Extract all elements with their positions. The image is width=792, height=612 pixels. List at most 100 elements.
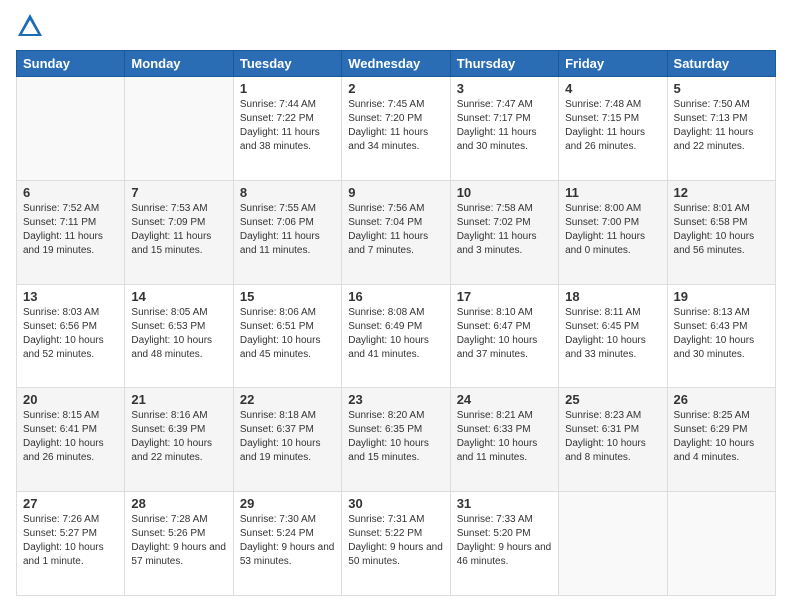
calendar-week-2: 6Sunrise: 7:52 AM Sunset: 7:11 PM Daylig… [17,180,776,284]
day-info: Sunrise: 7:30 AM Sunset: 5:24 PM Dayligh… [240,513,335,569]
calendar-header-row: SundayMondayTuesdayWednesdayThursdayFrid… [17,51,776,77]
day-number: 19 [674,289,769,304]
calendar-cell: 4 Sunrise: 7:48 AM Sunset: 7:15 PM Daylig… [559,77,667,181]
calendar-cell [125,77,233,181]
day-number: 6 [23,185,118,200]
weekday-header-tuesday: Tuesday [233,51,341,77]
day-number: 5 [674,81,769,96]
day-info: Sunrise: 7:53 AM Sunset: 7:09 PM Dayligh… [131,202,226,258]
calendar-cell: 22 Sunrise: 8:18 AM Sunset: 6:37 PM Dayli… [233,388,341,492]
calendar-cell: 17Sunrise: 8:10 AM Sunset: 6:47 PM Dayli… [450,284,558,388]
day-info: Sunrise: 7:47 AM Sunset: 7:17 PM Dayligh… [457,98,552,154]
day-info: Sunrise: 7:50 AM Sunset: 7:13 PM Dayligh… [674,98,769,154]
day-number: 31 [457,496,552,511]
day-number: 15 [240,289,335,304]
day-number: 4 [565,81,660,96]
day-info: Sunrise: 8:00 AM Sunset: 7:00 PM Dayligh… [565,202,660,258]
calendar-cell: 2Sunrise: 7:45 AM Sunset: 7:20 PM Daylig… [342,77,450,181]
calendar-cell: 8Sunrise: 7:55 AM Sunset: 7:06 PM Daylig… [233,180,341,284]
day-number: 24 [457,392,552,407]
calendar-cell: 29 Sunrise: 7:30 AM Sunset: 5:24 PM Dayli… [233,492,341,596]
calendar-cell: 5 Sunrise: 7:50 AM Sunset: 7:13 PM Daylig… [667,77,775,181]
day-number: 25 [565,392,660,407]
day-number: 9 [348,185,443,200]
day-info: Sunrise: 8:15 AM Sunset: 6:41 PM Dayligh… [23,409,118,465]
day-info: Sunrise: 8:21 AM Sunset: 6:33 PM Dayligh… [457,409,552,465]
calendar-cell: 1Sunrise: 7:44 AM Sunset: 7:22 PM Daylig… [233,77,341,181]
calendar-cell: 25Sunrise: 8:23 AM Sunset: 6:31 PM Dayli… [559,388,667,492]
weekday-header-monday: Monday [125,51,233,77]
day-info: Sunrise: 8:16 AM Sunset: 6:39 PM Dayligh… [131,409,226,465]
day-number: 14 [131,289,226,304]
day-number: 27 [23,496,118,511]
day-number: 28 [131,496,226,511]
day-info: Sunrise: 8:11 AM Sunset: 6:45 PM Dayligh… [565,306,660,362]
day-info: Sunrise: 7:26 AM Sunset: 5:27 PM Dayligh… [23,513,118,569]
calendar-cell: 26 Sunrise: 8:25 AM Sunset: 6:29 PM Dayli… [667,388,775,492]
day-info: Sunrise: 8:03 AM Sunset: 6:56 PM Dayligh… [23,306,118,362]
calendar-week-1: 1Sunrise: 7:44 AM Sunset: 7:22 PM Daylig… [17,77,776,181]
header [16,16,776,40]
calendar-week-4: 20Sunrise: 8:15 AM Sunset: 6:41 PM Dayli… [17,388,776,492]
calendar-cell: 13 Sunrise: 8:03 AM Sunset: 6:56 PM Dayli… [17,284,125,388]
calendar-cell: 23Sunrise: 8:20 AM Sunset: 6:35 PM Dayli… [342,388,450,492]
day-number: 16 [348,289,443,304]
day-number: 29 [240,496,335,511]
calendar-cell: 18Sunrise: 8:11 AM Sunset: 6:45 PM Dayli… [559,284,667,388]
calendar-week-3: 13 Sunrise: 8:03 AM Sunset: 6:56 PM Dayli… [17,284,776,388]
day-info: Sunrise: 8:25 AM Sunset: 6:29 PM Dayligh… [674,409,769,465]
calendar-cell: 12 Sunrise: 8:01 AM Sunset: 6:58 PM Dayli… [667,180,775,284]
day-info: Sunrise: 8:13 AM Sunset: 6:43 PM Dayligh… [674,306,769,362]
day-number: 11 [565,185,660,200]
day-number: 3 [457,81,552,96]
day-number: 30 [348,496,443,511]
weekday-header-wednesday: Wednesday [342,51,450,77]
calendar-cell: 30 Sunrise: 7:31 AM Sunset: 5:22 PM Dayli… [342,492,450,596]
day-number: 7 [131,185,226,200]
calendar-cell: 28 Sunrise: 7:28 AM Sunset: 5:26 PM Dayli… [125,492,233,596]
day-number: 12 [674,185,769,200]
day-info: Sunrise: 7:56 AM Sunset: 7:04 PM Dayligh… [348,202,443,258]
weekday-header-sunday: Sunday [17,51,125,77]
day-info: Sunrise: 8:06 AM Sunset: 6:51 PM Dayligh… [240,306,335,362]
calendar-cell: 10 Sunrise: 7:58 AM Sunset: 7:02 PM Dayli… [450,180,558,284]
calendar-cell: 14 Sunrise: 8:05 AM Sunset: 6:53 PM Dayli… [125,284,233,388]
calendar-cell: 9 Sunrise: 7:56 AM Sunset: 7:04 PM Daylig… [342,180,450,284]
calendar-cell: 3 Sunrise: 7:47 AM Sunset: 7:17 PM Daylig… [450,77,558,181]
day-number: 13 [23,289,118,304]
day-info: Sunrise: 7:28 AM Sunset: 5:26 PM Dayligh… [131,513,226,569]
calendar-cell [667,492,775,596]
day-number: 26 [674,392,769,407]
day-info: Sunrise: 8:01 AM Sunset: 6:58 PM Dayligh… [674,202,769,258]
day-info: Sunrise: 8:20 AM Sunset: 6:35 PM Dayligh… [348,409,443,465]
day-info: Sunrise: 8:18 AM Sunset: 6:37 PM Dayligh… [240,409,335,465]
calendar-cell [559,492,667,596]
calendar-cell: 31 Sunrise: 7:33 AM Sunset: 5:20 PM Dayli… [450,492,558,596]
calendar-cell: 7 Sunrise: 7:53 AM Sunset: 7:09 PM Daylig… [125,180,233,284]
day-info: Sunrise: 7:45 AM Sunset: 7:20 PM Dayligh… [348,98,443,154]
day-number: 22 [240,392,335,407]
logo [16,16,46,40]
day-info: Sunrise: 7:48 AM Sunset: 7:15 PM Dayligh… [565,98,660,154]
calendar-cell [17,77,125,181]
day-number: 10 [457,185,552,200]
calendar-cell: 6Sunrise: 7:52 AM Sunset: 7:11 PM Daylig… [17,180,125,284]
weekday-header-saturday: Saturday [667,51,775,77]
weekday-header-thursday: Thursday [450,51,558,77]
day-info: Sunrise: 7:58 AM Sunset: 7:02 PM Dayligh… [457,202,552,258]
day-info: Sunrise: 7:33 AM Sunset: 5:20 PM Dayligh… [457,513,552,569]
calendar-cell: 27 Sunrise: 7:26 AM Sunset: 5:27 PM Dayli… [17,492,125,596]
day-info: Sunrise: 7:31 AM Sunset: 5:22 PM Dayligh… [348,513,443,569]
calendar-cell: 11 Sunrise: 8:00 AM Sunset: 7:00 PM Dayli… [559,180,667,284]
day-number: 21 [131,392,226,407]
logo-icon [16,12,44,40]
day-info: Sunrise: 8:08 AM Sunset: 6:49 PM Dayligh… [348,306,443,362]
weekday-header-friday: Friday [559,51,667,77]
calendar-cell: 19 Sunrise: 8:13 AM Sunset: 6:43 PM Dayli… [667,284,775,388]
day-info: Sunrise: 8:05 AM Sunset: 6:53 PM Dayligh… [131,306,226,362]
calendar-cell: 20Sunrise: 8:15 AM Sunset: 6:41 PM Dayli… [17,388,125,492]
day-number: 8 [240,185,335,200]
calendar-cell: 21 Sunrise: 8:16 AM Sunset: 6:39 PM Dayli… [125,388,233,492]
page: SundayMondayTuesdayWednesdayThursdayFrid… [0,0,792,612]
day-number: 17 [457,289,552,304]
